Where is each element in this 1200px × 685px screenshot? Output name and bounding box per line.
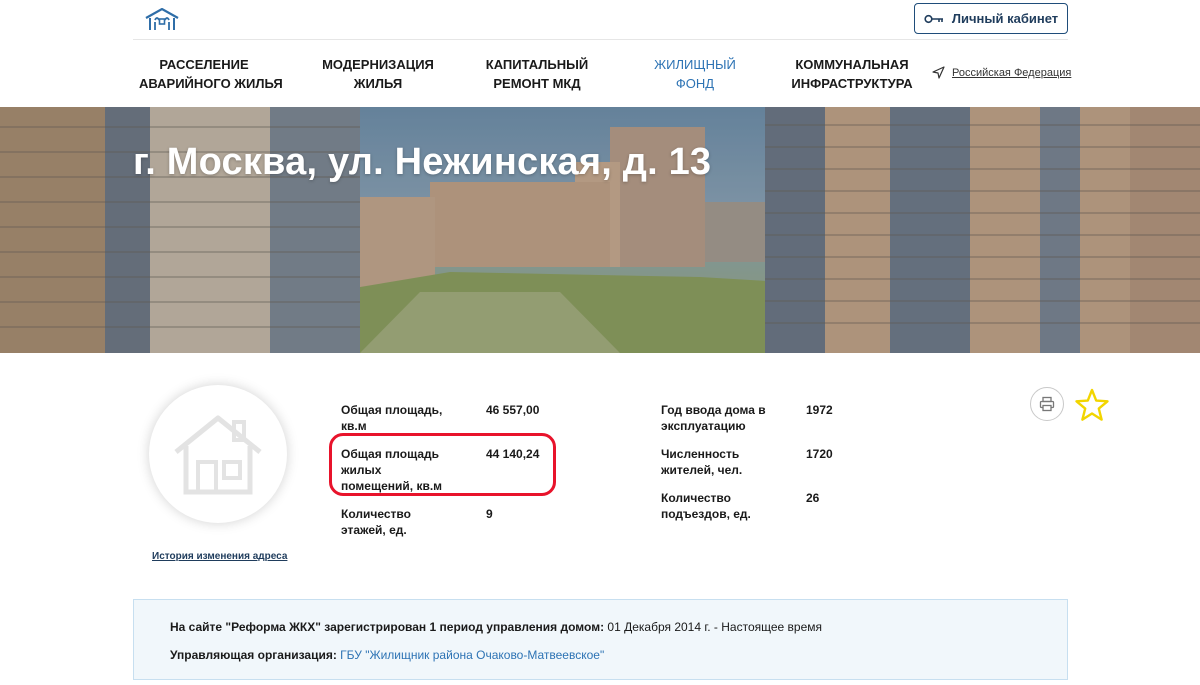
- management-info-box: На сайте "Реформа ЖКХ" зарегистрирован 1…: [133, 599, 1068, 680]
- prop-entrances-value: 26: [806, 491, 820, 505]
- prop-commission-year-value: 1972: [806, 403, 833, 417]
- location-arrow-icon: [932, 66, 945, 79]
- nav-item-housing-stock[interactable]: ЖИЛИЩНЫЙ ФОНД: [630, 55, 760, 93]
- prop-floors-label: Количество этажей, ед.: [341, 507, 411, 537]
- management-period-prefix: На сайте "Реформа ЖКХ" зарегистрирован 1…: [170, 620, 605, 634]
- nav-item-utility-infrastructure[interactable]: КОММУНАЛЬНАЯ ИНФРАСТРУКТУРА: [787, 55, 917, 93]
- print-button[interactable]: [1030, 387, 1064, 421]
- prop-commission-year-label: Год ввода дома в эксплуатацию: [661, 403, 766, 433]
- building-avatar: [149, 385, 287, 523]
- management-org-link[interactable]: ГБУ "Жилищник района Очаково-Матвеевское…: [340, 648, 604, 662]
- nav-item-line: АВАРИЙНОГО ЖИЛЬЯ: [139, 76, 283, 91]
- prop-residents-value: 1720: [806, 447, 833, 461]
- prop-residents-label: Численность жителей, чел.: [661, 447, 743, 477]
- house-logo-icon[interactable]: [144, 8, 180, 32]
- page-title: г. Москва, ул. Нежинская, д. 13: [133, 141, 712, 183]
- nav-item-line: КОММУНАЛЬНАЯ: [795, 57, 909, 72]
- highlight-annotation: [329, 433, 556, 496]
- nav-item-modernization[interactable]: МОДЕРНИЗАЦИЯ ЖИЛЬЯ: [313, 55, 443, 93]
- main-nav: РАССЕЛЕНИЕ АВАРИЙНОГО ЖИЛЬЯ МОДЕРНИЗАЦИЯ…: [133, 40, 933, 107]
- personal-account-button[interactable]: Личный кабинет: [914, 3, 1068, 34]
- nav-item-line: РАССЕЛЕНИЕ: [159, 57, 249, 72]
- printer-icon: [1039, 396, 1055, 412]
- prop-total-area-label: Общая площадь, кв.м: [341, 403, 443, 433]
- nav-item-line: МОДЕРНИЗАЦИЯ: [322, 57, 434, 72]
- key-icon: [924, 14, 943, 23]
- nav-item-line: ЖИЛИЩНЫЙ: [654, 57, 736, 72]
- nav-item-line: ЖИЛЬЯ: [353, 76, 403, 91]
- management-org-prefix: Управляющая организация:: [170, 648, 337, 662]
- site-header: Личный кабинет РАССЕЛЕНИЕ АВАРИЙНОГО ЖИЛ…: [0, 0, 1200, 107]
- prop-floors-value: 9: [486, 507, 493, 521]
- management-period-line: На сайте "Реформа ЖКХ" зарегистрирован 1…: [170, 620, 822, 634]
- nav-item-capital-repair[interactable]: КАПИТАЛЬНЫЙ РЕМОНТ МКД: [472, 55, 602, 93]
- hero-banner: г. Москва, ул. Нежинская, д. 13: [0, 107, 1200, 353]
- prop-entrances-label: Количество подъездов, ед.: [661, 491, 751, 521]
- management-period-value: 01 Декабря 2014 г. - Настоящее время: [604, 620, 823, 634]
- nav-item-emergency-housing[interactable]: РАССЕЛЕНИЕ АВАРИЙНОГО ЖИЛЬЯ: [139, 55, 283, 93]
- star-icon[interactable]: [1074, 388, 1110, 422]
- personal-account-label: Личный кабинет: [951, 11, 1059, 26]
- nav-item-line: РЕМОНТ МКД: [493, 76, 581, 91]
- nav-item-line: КАПИТАЛЬНЫЙ: [485, 57, 589, 72]
- nav-item-line: ФОНД: [675, 76, 715, 91]
- nav-item-line: ИНФРАСТРУКТУРА: [791, 76, 913, 91]
- house-outline-icon: [174, 415, 262, 495]
- management-org-line: Управляющая организация: ГБУ "Жилищник р…: [170, 648, 604, 662]
- region-label: Российская Федерация: [952, 66, 1072, 79]
- address-history-link[interactable]: История изменения адреса: [152, 551, 287, 562]
- region-selector[interactable]: Российская Федерация: [932, 66, 1071, 79]
- prop-total-area-value: 46 557,00: [486, 403, 540, 417]
